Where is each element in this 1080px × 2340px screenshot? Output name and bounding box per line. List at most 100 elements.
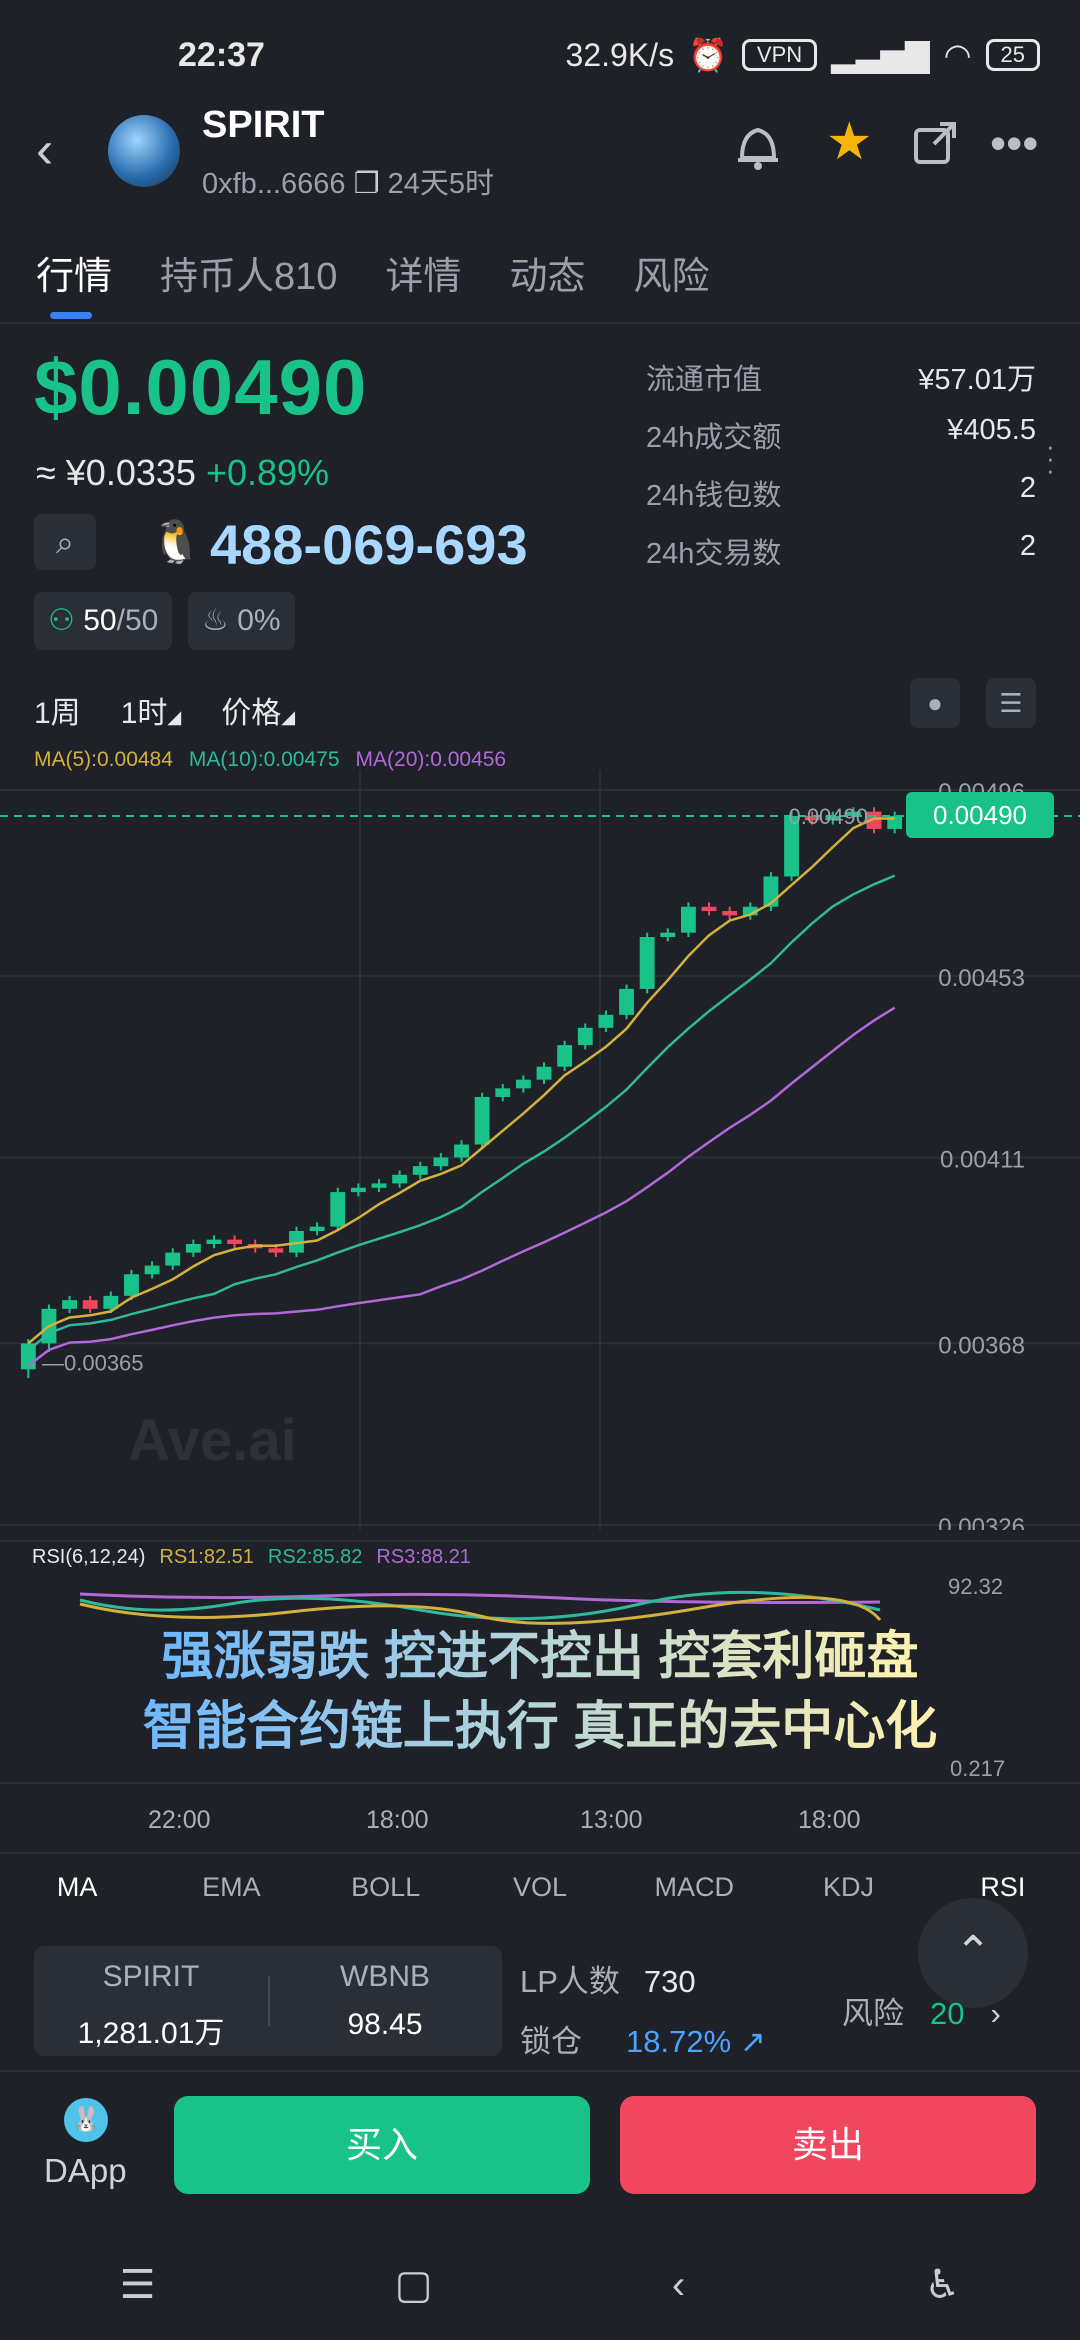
chart-settings-icon[interactable]: ☰	[986, 678, 1036, 728]
share-icon[interactable]	[912, 120, 958, 177]
watermark: Ave.ai	[128, 1408, 297, 1473]
lock-label: 锁仓	[520, 2024, 582, 2059]
caret-icon: ◢	[281, 707, 296, 727]
search-icon[interactable]: ⌕	[34, 514, 96, 570]
side-menu-icon[interactable]: · · ·	[1046, 433, 1055, 483]
home-icon[interactable]: ▢	[395, 2262, 433, 2308]
wifi-icon: ◠	[943, 37, 972, 73]
ind-tab-rsi[interactable]: RSI	[926, 1872, 1080, 1903]
ind-tab-macd[interactable]: MACD	[617, 1872, 771, 1903]
copy-icon[interactable]: ❐	[354, 168, 380, 200]
stat-row: 流通市值 ¥57.01万	[646, 356, 1036, 414]
buy-button[interactable]: 买入	[174, 2096, 590, 2194]
tab-details[interactable]: 详情	[385, 245, 461, 300]
risk-value: 20	[930, 1996, 965, 2031]
candle-body	[309, 1226, 325, 1231]
accessibility-icon[interactable]: ♿	[924, 2262, 960, 2308]
tab-indicator	[50, 312, 92, 319]
status-right: 32.9K/s ⏰ VPN ▂▃▅▇ ◠ 25	[566, 36, 1040, 74]
tab-risk[interactable]: 风险	[633, 245, 709, 300]
candle-body	[124, 1274, 139, 1296]
ma20-line	[27, 1006, 896, 1367]
chef-icon: ♨	[202, 604, 229, 637]
tax-chip[interactable]: ♨ 0%	[188, 592, 295, 650]
bell-icon[interactable]	[734, 120, 782, 183]
ind-tab-kdj[interactable]: KDJ	[771, 1872, 925, 1903]
ind-tab-vol[interactable]: VOL	[463, 1872, 617, 1903]
price-chart[interactable]: 0.004960.004530.004110.003680.00326Ave.a…	[0, 770, 1080, 1530]
market-stats: 流通市值 ¥57.01万 24h成交额 ¥405.5 24h钱包数 2 24h交易数 2	[646, 356, 1036, 588]
tax-value: 0%	[237, 604, 281, 637]
sell-button[interactable]: 卖出	[620, 2096, 1036, 2194]
holders-chip[interactable]: ⚇ 50/50	[34, 592, 173, 650]
status-bar: 22:37 32.9K/s ⏰ VPN ▂▃▅▇ ◠ 25	[0, 0, 1080, 110]
chevron-up-icon: ⌃	[954, 1928, 992, 1977]
tab-market[interactable]: 行情	[36, 245, 112, 300]
candle-body	[82, 1300, 98, 1309]
tf-hour[interactable]: 1时◢	[121, 688, 182, 732]
candle-body	[515, 1079, 531, 1089]
risk-label: 风险	[842, 1996, 904, 2031]
net-speed: 32.9K/s	[565, 36, 675, 73]
low-price-label: —0.00365	[42, 1350, 144, 1375]
lp-label: LP人数	[520, 1964, 620, 1999]
indicator-toggle-icon[interactable]: ●	[910, 678, 960, 728]
lock-value: 18.72%	[626, 2024, 732, 2059]
liquidity-pool-card: SPIRIT 1,281.01万 WBNB 98.45	[34, 1946, 502, 2056]
high-price-label: 0.00490	[788, 804, 868, 829]
candle-body	[165, 1252, 181, 1266]
candle-body	[454, 1144, 469, 1158]
ma-legend: MA(5):0.00484 MA(10):0.00475 MA(20):0.00…	[34, 748, 506, 772]
stat-row: 24h交易数 2	[646, 530, 1036, 588]
stat-row: 24h钱包数 2	[646, 472, 1036, 530]
dapp-label[interactable]: DApp	[44, 2152, 127, 2190]
candle-body	[185, 1243, 201, 1253]
tabs-divider	[0, 322, 1080, 324]
holders-value: 50	[83, 604, 117, 637]
tab-holders[interactable]: 持币人810	[160, 245, 337, 300]
menu-icon[interactable]: ☰	[120, 2262, 156, 2308]
tab-activity[interactable]: 动态	[509, 245, 585, 300]
external-link-icon[interactable]: ↗	[740, 2024, 766, 2059]
pool-token-amount: 1,281.01万	[77, 2017, 225, 2050]
back-nav-icon[interactable]: ‹	[672, 2263, 685, 2308]
penguin-icon: 🐧	[150, 518, 203, 565]
ma5-label: MA(5):0.00484	[34, 748, 173, 771]
ma20-label: MA(20):0.00456	[355, 748, 507, 771]
user-star-icon: ⚇	[48, 604, 75, 637]
ind-tab-ema[interactable]: EMA	[154, 1872, 308, 1903]
candle-body	[701, 906, 717, 912]
banner-text-1: 强涨弱跌 控进不控出 控套利砸盘	[161, 1628, 919, 1686]
ind-tab-ma[interactable]: MA	[0, 1872, 154, 1903]
candle-body	[557, 1045, 573, 1067]
ind-tab-boll[interactable]: BOLL	[309, 1872, 463, 1903]
time-tick: 18:00	[798, 1806, 861, 1834]
tf-price-label: 价格	[221, 697, 282, 730]
tf-price-mode[interactable]: 价格◢	[221, 688, 295, 732]
candle-body	[412, 1166, 428, 1175]
candle-body	[371, 1183, 387, 1188]
lp-count-row: LP人数 730	[520, 1956, 696, 2001]
tf-week[interactable]: 1周	[34, 688, 81, 732]
lp-count: 730	[643, 1964, 696, 1999]
candle-body	[268, 1248, 284, 1253]
alarm-icon: ⏰	[688, 37, 728, 73]
back-icon[interactable]: ‹	[36, 120, 53, 180]
star-icon[interactable]: ★	[826, 112, 873, 172]
candle-body	[619, 988, 634, 1015]
risk-row[interactable]: 风险 20 ›	[842, 1988, 1001, 2033]
banner-text-2: 智能合约链上执行 真正的去中心化	[142, 1698, 938, 1756]
pancake-icon[interactable]: 🐰	[64, 2098, 108, 2142]
more-icon[interactable]: •••	[990, 116, 1038, 170]
token-title: SPIRIT	[202, 104, 325, 146]
price-cny-row: ≈ ¥0.0335 +0.89%	[36, 452, 329, 494]
pool-pair: WBNB 98.45	[268, 1960, 502, 2042]
token-avatar	[108, 115, 180, 187]
candle-body	[350, 1187, 366, 1193]
stat-value: ¥57.01万	[918, 364, 1036, 396]
main-tabs: 行情 持币人810 详情 动态 风险	[36, 245, 709, 300]
rsi-top-label: 92.32	[948, 1574, 1004, 1599]
holders-total: /50	[116, 604, 159, 637]
lock-row[interactable]: 锁仓 18.72% ↗	[520, 2016, 766, 2061]
timeframe-bar: 1周 1时◢ 价格◢	[34, 688, 295, 732]
